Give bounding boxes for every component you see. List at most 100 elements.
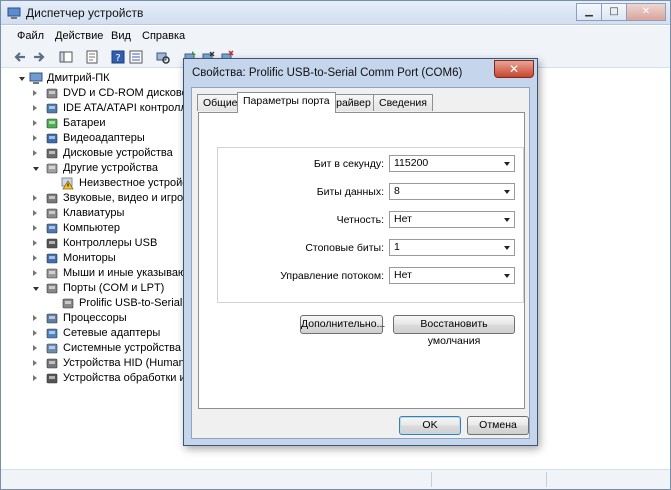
network-adapter-icon	[45, 327, 59, 340]
tree-item[interactable]: Дисковые устройства	[1, 146, 186, 161]
disk-drive-icon	[45, 147, 59, 160]
tree-item-label: Батареи	[63, 117, 106, 129]
menu-action[interactable]: Действие	[55, 30, 103, 42]
tree-item[interactable]: Неизвестное устройство	[1, 176, 186, 191]
tree-item[interactable]: Процессоры	[1, 311, 186, 326]
cancel-button[interactable]: Отмена	[467, 416, 529, 435]
expand-arrow-icon[interactable]	[33, 240, 37, 246]
collapse-arrow-icon[interactable]	[33, 287, 39, 291]
close-button[interactable]: ✕	[626, 3, 666, 21]
expand-arrow-icon[interactable]	[33, 225, 37, 231]
status-divider	[431, 472, 432, 487]
parity-select[interactable]: Нет	[389, 211, 515, 228]
battery-icon	[45, 117, 59, 130]
data-bits-select[interactable]: 8	[389, 183, 515, 200]
imaging-icon	[45, 372, 59, 385]
maximize-button[interactable]: □	[601, 3, 627, 21]
help-icon[interactable]: ?	[111, 50, 125, 64]
port-icon	[45, 282, 59, 295]
tree-item-label: Устройства обработки изображений	[63, 372, 186, 384]
expand-arrow-icon[interactable]	[33, 90, 37, 96]
flow-control-value: Нет	[394, 269, 412, 281]
tree-item[interactable]: Компьютер	[1, 221, 186, 236]
baud-rate-select[interactable]: 115200	[389, 155, 515, 172]
tree-item-label: Процессоры	[63, 312, 127, 324]
keyboard-icon	[45, 207, 59, 220]
serial-port-icon	[61, 297, 75, 310]
tree-item[interactable]: Звуковые, видео и игровые устройства	[1, 191, 186, 206]
tree-item[interactable]: DVD и CD-ROM дисководы	[1, 86, 186, 101]
mouse-icon	[45, 267, 59, 280]
view-icon[interactable]	[129, 50, 143, 64]
tab-details[interactable]: Сведения	[373, 94, 433, 111]
status-bar	[1, 469, 670, 489]
tree-item-label: Prolific USB-to-Serial Comm Port (COM6)	[79, 297, 186, 309]
expand-arrow-icon[interactable]	[33, 270, 37, 276]
unknown-device-warning-icon	[61, 177, 75, 190]
expand-arrow-icon[interactable]	[33, 330, 37, 336]
expand-arrow-icon[interactable]	[33, 105, 37, 111]
tree-item[interactable]: Мониторы	[1, 251, 186, 266]
dialog-close-button[interactable]: ✕	[494, 60, 534, 78]
tree-item-label: Дисковые устройства	[63, 147, 173, 159]
tree-item-label: Мониторы	[63, 252, 116, 264]
minimize-button[interactable]: ▁	[576, 3, 602, 21]
expand-arrow-icon[interactable]	[33, 375, 37, 381]
status-divider	[546, 472, 547, 487]
expand-arrow-icon[interactable]	[33, 195, 37, 201]
dropdown-arrow-icon	[504, 162, 510, 166]
expand-arrow-icon[interactable]	[33, 315, 37, 321]
tab-port-settings[interactable]: Параметры порта	[237, 92, 336, 113]
tree-item[interactable]: Контроллеры USB	[1, 236, 186, 251]
baud-rate-value: 115200	[394, 157, 429, 169]
console-tree-icon[interactable]	[59, 50, 73, 64]
back-arrow-icon[interactable]	[13, 50, 27, 64]
other-devices-icon	[45, 162, 59, 175]
expand-arrow-icon[interactable]	[33, 360, 37, 366]
scan-hardware-icon[interactable]	[156, 50, 170, 64]
properties-dialog: Свойства: Prolific USB-to-Serial Comm Po…	[183, 58, 538, 446]
collapse-arrow-icon[interactable]	[33, 167, 39, 171]
tree-root[interactable]: Дмитрий-ПК	[1, 71, 201, 86]
properties-icon[interactable]	[85, 50, 99, 64]
tree-item-label: Устройства HID (Human Interface Devices)	[63, 357, 186, 369]
data-bits-label: Биты данных:	[316, 186, 384, 198]
tree-item-label: Системные устройства	[63, 342, 182, 354]
dvd-icon	[45, 87, 59, 100]
tree-item-label: Порты (COM и LPT)	[63, 282, 165, 294]
tree-item[interactable]: IDE ATA/ATAPI контроллеры	[1, 101, 186, 116]
tree-item[interactable]: Сетевые адаптеры	[1, 326, 186, 341]
expand-arrow-icon[interactable]	[33, 210, 37, 216]
tree-item[interactable]: Мыши и иные указывающие устройства	[1, 266, 186, 281]
sound-icon	[45, 192, 59, 205]
tree-item[interactable]: Устройства обработки изображений	[1, 371, 186, 386]
stop-bits-value: 1	[394, 241, 400, 253]
title-bar: Диспетчер устройств ▁ □ ✕	[1, 1, 670, 25]
expand-arrow-icon[interactable]	[33, 120, 37, 126]
menu-view[interactable]: Вид	[111, 30, 131, 42]
expand-arrow-icon[interactable]	[33, 255, 37, 261]
restore-defaults-button[interactable]: Восстановить умолчания	[393, 315, 515, 347]
tree-item[interactable]: Батареи	[1, 116, 186, 131]
stop-bits-select[interactable]: 1	[389, 239, 515, 256]
ok-button[interactable]: OK	[399, 416, 461, 435]
tree-item[interactable]: Устройства HID (Human Interface Devices)	[1, 356, 186, 371]
menu-bar: Файл Действие Вид Справка	[1, 26, 670, 46]
tree-item[interactable]: Клавиатуры	[1, 206, 186, 221]
tree-item[interactable]: Системные устройства	[1, 341, 186, 356]
tree-item[interactable]: Prolific USB-to-Serial Comm Port (COM6)	[1, 296, 186, 311]
forward-arrow-icon[interactable]	[32, 50, 46, 64]
window-title: Диспетчер устройств	[26, 6, 144, 20]
parity-value: Нет	[394, 213, 412, 225]
flow-control-select[interactable]: Нет	[389, 267, 515, 284]
collapse-arrow-icon[interactable]	[19, 77, 25, 81]
tree-item[interactable]: Другие устройства	[1, 161, 186, 176]
menu-file[interactable]: Файл	[17, 30, 44, 42]
menu-help[interactable]: Справка	[142, 30, 185, 42]
tree-item[interactable]: Порты (COM и LPT)	[1, 281, 186, 296]
expand-arrow-icon[interactable]	[33, 345, 37, 351]
tree-item[interactable]: Видеоадаптеры	[1, 131, 186, 146]
advanced-button[interactable]: Дополнительно...	[300, 315, 385, 334]
expand-arrow-icon[interactable]	[33, 135, 37, 141]
expand-arrow-icon[interactable]	[33, 150, 37, 156]
